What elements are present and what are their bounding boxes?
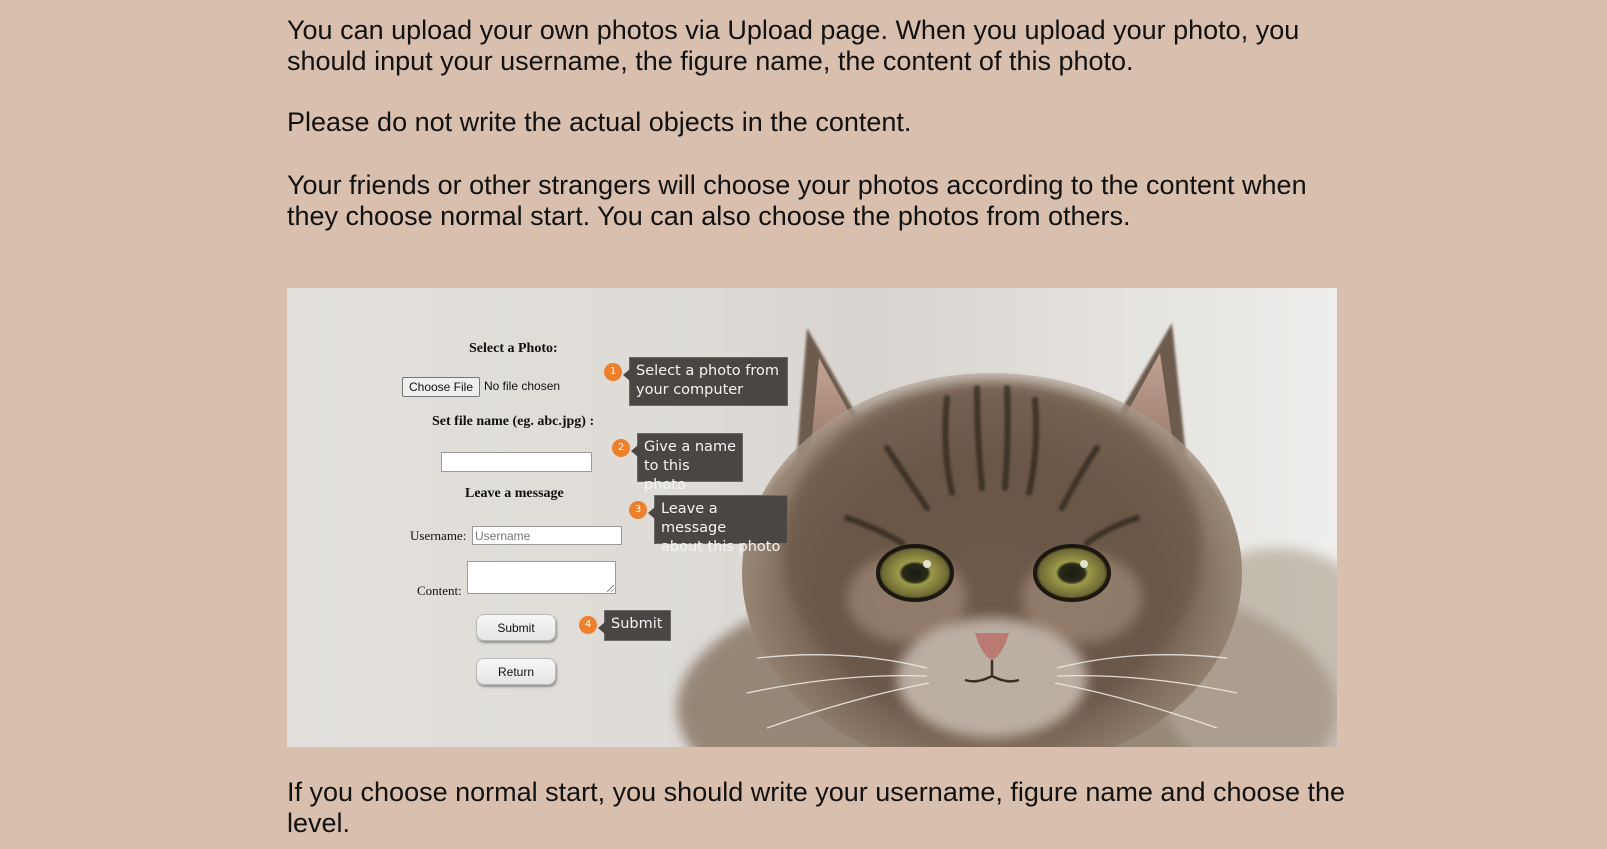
leave-message-heading: Leave a message	[465, 486, 564, 501]
step-4-tooltip: Submit	[598, 610, 671, 641]
intro-paragraph-sharing: Your friends or other strangers will cho…	[287, 170, 1307, 231]
step-1-tooltip-line2: your computer	[636, 382, 744, 398]
step-4-badge: 4	[579, 616, 597, 634]
outro-paragraph-normal-start: If you choose normal start, you should w…	[287, 777, 1346, 838]
step-3-tooltip-line2: about this photo	[661, 539, 781, 555]
submit-button[interactable]: Submit	[476, 614, 556, 641]
step-3-badge: 3	[629, 501, 647, 519]
username-input[interactable]: Username	[472, 526, 622, 545]
file-name-input[interactable]	[441, 452, 592, 472]
content-textarea[interactable]	[467, 561, 616, 594]
page: You can upload your own photos via Uploa…	[0, 0, 1607, 849]
content-label: Content:	[417, 583, 462, 598]
return-button[interactable]: Return	[476, 658, 556, 685]
intro-paragraph-warning: Please do not write the actual objects i…	[287, 107, 912, 137]
intro-paragraph-upload: You can upload your own photos via Uploa…	[287, 15, 1300, 76]
cat-illustration	[677, 323, 1337, 747]
step-3-tooltip-line1: Leave a message	[661, 501, 727, 536]
step-2-badge: 2	[612, 439, 630, 457]
upload-page-screenshot: Select a Photo: Choose File No file chos…	[287, 288, 1337, 747]
resize-grip-icon[interactable]	[607, 585, 614, 592]
step-4-tooltip-line1: Submit	[611, 616, 663, 632]
file-name-heading: Set file name (eg. abc.jpg) :	[432, 414, 595, 429]
step-2-tooltip-line2: to this photo	[644, 458, 690, 493]
step-2-tooltip: Give a name to this photo	[631, 433, 743, 493]
step-3-tooltip: Leave a message about this photo	[648, 495, 788, 555]
step-1-badge: 1	[604, 363, 622, 381]
step-2-tooltip-line1: Give a name	[644, 439, 736, 455]
choose-file-button[interactable]: Choose File	[402, 377, 480, 397]
cat-photo	[287, 288, 1337, 747]
username-label: Username:	[410, 528, 467, 543]
select-photo-heading: Select a Photo:	[469, 341, 558, 356]
file-status-text: No file chosen	[484, 379, 561, 393]
step-1-tooltip-line1: Select a photo from	[636, 363, 780, 379]
step-1-tooltip: Select a photo from your computer	[623, 357, 788, 406]
